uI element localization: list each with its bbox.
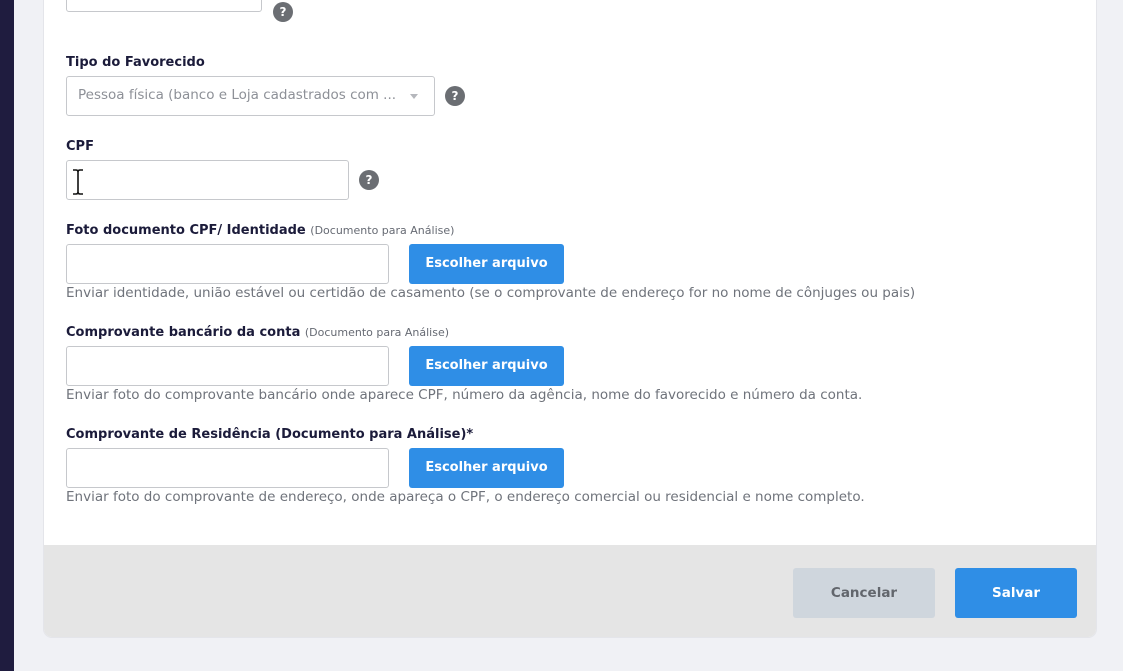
comprovante-bancario-choose-file-button[interactable]: Escolher arquivo [409, 346, 564, 386]
text-cursor-icon [73, 169, 83, 195]
foto-documento-hint: Enviar identidade, união estável ou cert… [66, 285, 916, 301]
foto-documento-label: Foto documento CPF/ Identidade (Document… [66, 223, 454, 238]
cpf-label: CPF [66, 139, 94, 154]
comprovante-bancario-file-field[interactable] [66, 346, 389, 386]
foto-documento-label-note: (Documento para Análise) [310, 224, 455, 237]
help-icon[interactable]: ? [359, 170, 379, 190]
comprovante-bancario-label-note: (Documento para Análise) [304, 326, 450, 339]
cpf-input[interactable] [66, 160, 349, 200]
partial-input-field[interactable] [66, 0, 262, 12]
comprovante-bancario-hint: Enviar foto do comprovante bancário onde… [66, 387, 863, 403]
comprovante-residencia-label: Comprovante de Residência (Documento par… [66, 427, 474, 442]
chevron-down-icon [410, 94, 418, 99]
tipo-favorecido-select[interactable]: Pessoa física (banco e Loja cadastrados … [66, 76, 435, 116]
comprovante-bancario-label-text: Comprovante bancário da conta [66, 325, 301, 340]
comprovante-bancario-label: Comprovante bancário da conta (Documento… [66, 325, 449, 340]
comprovante-residencia-choose-file-button[interactable]: Escolher arquivo [409, 448, 564, 488]
foto-documento-choose-file-button[interactable]: Escolher arquivo [409, 244, 564, 284]
help-icon[interactable]: ? [445, 86, 465, 106]
help-icon[interactable]: ? [273, 2, 293, 22]
cancel-button[interactable]: Cancelar [793, 568, 935, 618]
form-card: ? Tipo do Favorecido Pessoa física (banc… [44, 0, 1096, 637]
left-sidebar-rail [0, 0, 14, 671]
tipo-favorecido-label: Tipo do Favorecido [66, 55, 205, 70]
comprovante-residencia-hint: Enviar foto do comprovante de endereço, … [66, 489, 865, 505]
form-footer: Cancelar Salvar [44, 545, 1096, 637]
foto-documento-file-field[interactable] [66, 244, 389, 284]
foto-documento-label-text: Foto documento CPF/ Identidade [66, 223, 306, 238]
save-button[interactable]: Salvar [955, 568, 1077, 618]
tipo-favorecido-selected-value: Pessoa física (banco e Loja cadastrados … [78, 87, 397, 103]
comprovante-residencia-file-field[interactable] [66, 448, 389, 488]
